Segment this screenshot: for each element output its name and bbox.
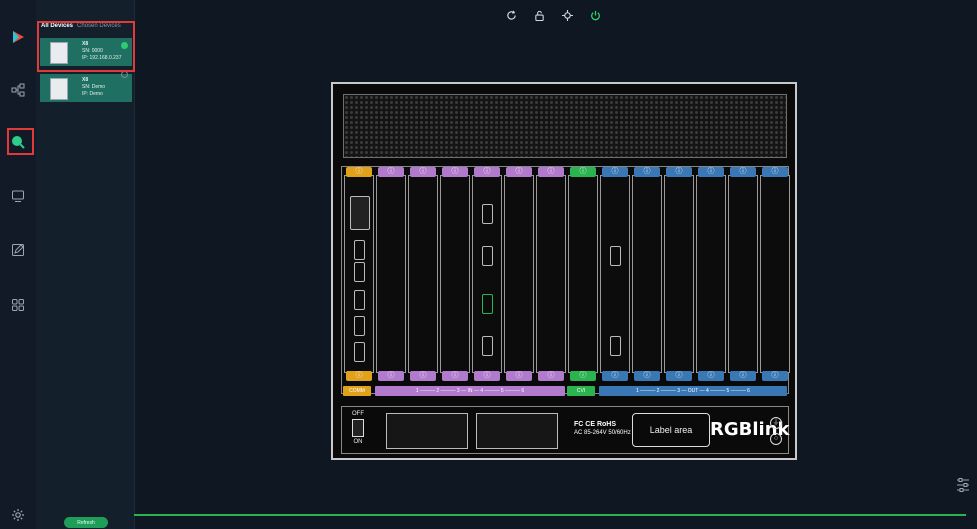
card-slot-out-2[interactable]: ⓘ ⓘ [632, 167, 662, 381]
monitor-icon[interactable] [8, 186, 28, 206]
search-icon[interactable] [8, 132, 28, 152]
refresh-button[interactable]: Refresh [64, 517, 108, 528]
adjust-sliders-icon[interactable] [956, 477, 970, 493]
selected-device-highlight [37, 21, 135, 72]
ethernet-port-icon [354, 240, 365, 260]
card-slot-out-3[interactable]: ⓘ ⓘ [664, 167, 694, 381]
card-slot-in-5[interactable]: ⓘ ⓘ [504, 167, 534, 381]
grid-apps-icon[interactable] [8, 295, 28, 315]
device-info: X8 SN: Demo IP: Demo [82, 77, 105, 98]
card-slot-out-1[interactable]: ⓘ ⓘ [600, 167, 630, 381]
target-icon[interactable] [560, 8, 574, 22]
card-slot-out-6[interactable]: ⓘ ⓘ [760, 167, 790, 381]
card-slot-cv[interactable]: ⓘ ⓘ [568, 167, 598, 381]
psu-module-2 [476, 413, 558, 449]
switch-off-label: OFF [352, 411, 364, 417]
refresh-icon[interactable] [504, 8, 518, 22]
edit-icon[interactable] [8, 240, 28, 260]
power-rating: AC 85-264V 50/60Hz [574, 430, 631, 436]
settings-gear-icon[interactable] [8, 505, 28, 525]
device-rear-panel: ⓘ ⓘ ⓘ ⓘ ⓘ ⓘ ⓘ ⓘ ⓘ ⓘ ⓘ ⓘ ⓘ ⓘ ⓘ ⓘ ⓘ ⓘ ⓘ ⓘ ⓘ ⓘ ⓘ ⓘ [331, 82, 797, 460]
card-slot-in-6[interactable]: ⓘ ⓘ [536, 167, 566, 381]
screw-icon: ○ [770, 433, 782, 445]
ground-icon: ⏚ [770, 417, 782, 429]
card-slot-area: ⓘ ⓘ ⓘ ⓘ ⓘ ⓘ ⓘ ⓘ ⓘ ⓘ ⓘ ⓘ ⓘ ⓘ ⓘ ⓘ ⓘ ⓘ ⓘ ⓘ ⓘ ⓘ ⓘ ⓘ [341, 166, 790, 394]
card-slot-in-1[interactable]: ⓘ ⓘ [376, 167, 406, 381]
ethernet-port-icon [354, 262, 365, 282]
left-sidebar [0, 0, 37, 529]
bnc-connector-icon [350, 196, 370, 230]
label-comm: COMM [343, 386, 371, 396]
device-ip: IP: Demo [82, 91, 103, 97]
card-slot-out-5[interactable]: ⓘ ⓘ [728, 167, 758, 381]
device-name: X8 [82, 77, 89, 83]
device-list-panel: All Devices Chosen Devices X8 SN: 0000 I… [36, 0, 135, 529]
device-thumbnail [50, 78, 68, 100]
certification-marks: FC CE RoHS AC 85-264V 50/60Hz [574, 421, 631, 437]
psu-module-1 [386, 413, 468, 449]
device-sn: SN: Demo [82, 84, 106, 90]
label-area: Label area [632, 413, 710, 447]
ventilation-grille [343, 94, 787, 158]
usb-port-icon [354, 316, 365, 336]
power-icon[interactable] [588, 8, 602, 22]
card-release-tab[interactable]: ⓘ [346, 371, 372, 381]
logo-play-icon[interactable] [8, 27, 28, 47]
hdmi-port-icon [354, 290, 365, 310]
label-out: 1 ——— 2 ——— 3 — OUT — 4 ——— 5 ——— 6 [599, 386, 787, 396]
label-in: 1 ——— 2 ——— 3 — IN — 4 ——— 5 ——— 6 [375, 386, 565, 396]
card-slot-in-4[interactable]: ⓘ ⓘ [472, 167, 502, 381]
card-slot-in-3[interactable]: ⓘ ⓘ [440, 167, 470, 381]
card-release-tab[interactable]: ⓘ [346, 167, 372, 177]
hdmi-port-icon [354, 342, 365, 362]
card-slot-out-4[interactable]: ⓘ ⓘ [696, 167, 726, 381]
rocker-switch-icon [352, 419, 364, 437]
power-supply-area: OFF ON FC CE RoHS AC 85-264V 50/60Hz Lab… [341, 406, 789, 454]
lock-icon[interactable] [532, 8, 546, 22]
unselected-radio-icon[interactable] [121, 71, 128, 78]
cert-logos: FC CE RoHS [574, 421, 616, 428]
power-switch[interactable]: OFF ON [348, 411, 368, 449]
network-topology-icon[interactable] [8, 80, 28, 100]
top-toolbar [504, 8, 602, 22]
label-cv: CVI [567, 386, 595, 396]
switch-on-label: ON [353, 439, 363, 445]
device-card[interactable]: X8 SN: Demo IP: Demo [40, 71, 132, 102]
card-slot-comm[interactable]: ⓘ ⓘ [344, 167, 374, 381]
card-slot-in-2[interactable]: ⓘ ⓘ [408, 167, 438, 381]
timeline-bar [134, 514, 966, 516]
